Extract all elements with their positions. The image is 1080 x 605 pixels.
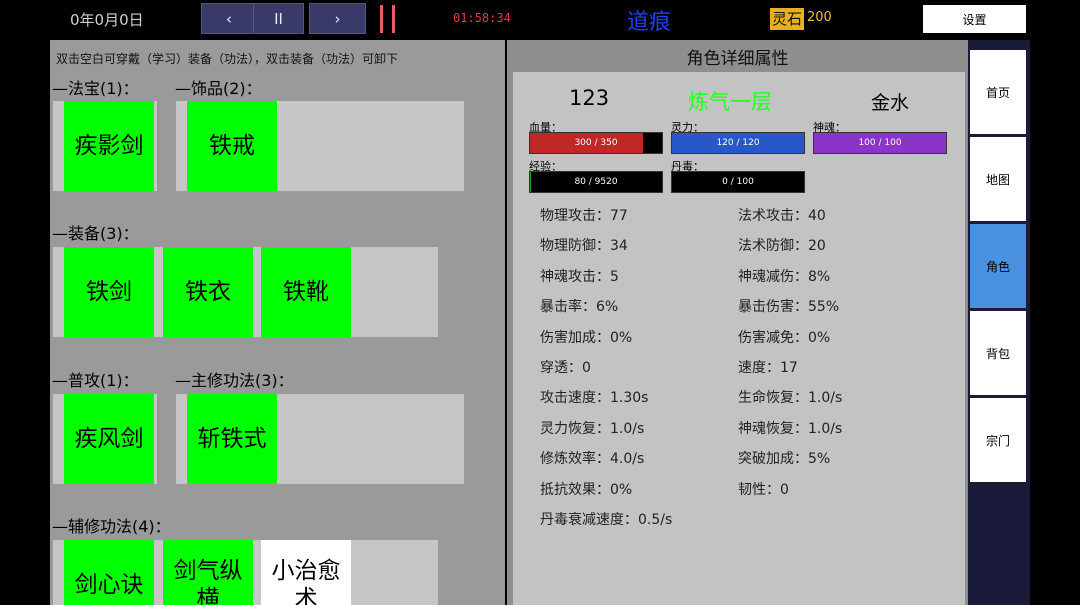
stat-item: 暴击伤害：55% (738, 299, 840, 315)
poison-bar: 0 / 100 (671, 171, 805, 193)
pause-button[interactable]: II (253, 3, 304, 34)
equipment-hint: 双击空白可穿戴（学习）装备（功法），双击装备（功法）可卸下 (56, 52, 399, 66)
fabao-section-label: —法宝(1)： (52, 79, 139, 98)
stat-item: 穿透：0 (540, 360, 591, 376)
hp-value: 300 / 350 (574, 138, 618, 148)
stat-item: 丹毒衰减速度：0.5/s (540, 512, 673, 528)
stat-item: 速度：17 (738, 360, 798, 376)
mp-value: 120 / 120 (716, 138, 760, 148)
chevron-left-icon: ‹ (226, 9, 232, 28)
stat-item: 攻击速度：1.30s (540, 390, 649, 406)
character-element: 金水 (871, 92, 910, 114)
attributes-panel: 角色详细属性 123 炼气一层 金水 血量： 300 / 350 灵力： 120… (507, 40, 968, 605)
game-clock: 01:58:34 (453, 11, 511, 25)
spirit-stone-label: 灵石 (770, 8, 805, 30)
stat-item: 法术攻击：40 (738, 208, 826, 224)
pugong-item[interactable]: 疾风剑 (64, 394, 154, 484)
exp-value: 80 / 9520 (574, 177, 618, 187)
stat-item: 法术防御：20 (738, 238, 826, 254)
zhuangbei-item[interactable]: 铁衣 (163, 247, 253, 337)
exp-bar: 80 / 9520 (529, 171, 663, 193)
stat-item: 韧性：0 (738, 482, 789, 498)
next-button[interactable]: › (309, 3, 366, 34)
soul-value: 100 / 100 (858, 138, 902, 148)
stat-item: 物理攻击：77 (540, 208, 628, 224)
app-title: 道痕 (627, 10, 672, 35)
stat-item: 伤害减免：0% (738, 330, 831, 346)
stat-item: 神魂攻击：5 (540, 269, 619, 285)
pugong-section-label: —普攻(1)： (52, 371, 139, 390)
stat-item: 生命恢复：1.0/s (738, 390, 843, 406)
stat-item: 突破加成：5% (738, 451, 831, 467)
stat-item: 暴击率：6% (540, 299, 619, 315)
fuxiu-item[interactable]: 剑心诀 (64, 540, 154, 605)
nav-home[interactable]: 首页 (970, 50, 1026, 134)
game-date: 0年0月0日 (70, 11, 144, 29)
divider-bar (380, 5, 383, 33)
fuxiu-item[interactable]: 小治愈术 (261, 540, 351, 605)
stat-item: 物理防御：34 (540, 238, 628, 254)
zhuxiu-section-label: —主修功法(3)： (175, 371, 294, 390)
fabao-item[interactable]: 疾影剑 (64, 101, 154, 191)
character-name: 123 (569, 86, 610, 110)
stat-item: 伤害加成：0% (540, 330, 633, 346)
stat-item: 灵力恢复：1.0/s (540, 421, 645, 437)
zhuangbei-item[interactable]: 铁靴 (261, 247, 351, 337)
stat-item: 修炼效率：4.0/s (540, 451, 645, 467)
mp-bar: 120 / 120 (671, 132, 805, 154)
soul-bar: 100 / 100 (813, 132, 947, 154)
poison-value: 0 / 100 (722, 177, 754, 187)
fuxiu-item[interactable]: 剑气纵横 (163, 540, 253, 605)
stat-item: 神魂减伤：8% (738, 269, 831, 285)
zhuxiu-item[interactable]: 斩铁式 (187, 394, 277, 484)
character-realm: 炼气一层 (688, 90, 772, 114)
nav-map[interactable]: 地图 (970, 137, 1026, 221)
attributes-title: 角色详细属性 (686, 49, 789, 69)
chevron-right-icon: › (334, 9, 341, 28)
pause-icon: II (274, 9, 283, 28)
divider-bar (392, 5, 395, 33)
attributes-content: 123 炼气一层 金水 血量： 300 / 350 灵力： 120 / 120 … (513, 72, 965, 605)
hp-bar: 300 / 350 (529, 132, 663, 154)
nav-character[interactable]: 角色 (970, 224, 1026, 308)
main-nav: 首页 地图 角色 背包 宗门 (968, 40, 1030, 605)
nav-sect[interactable]: 宗门 (970, 398, 1026, 482)
shipin-item[interactable]: 铁戒 (187, 101, 277, 191)
fuxiu-section-label: —辅修功法(4)： (52, 517, 171, 536)
shipin-section-label: —饰品(2)： (175, 79, 262, 98)
stat-item: 抵抗效果：0% (540, 482, 633, 498)
top-bar: 0年0月0日 ‹ II › 01:58:34 道痕 灵石 200 设置 (0, 0, 1080, 38)
zhuangbei-item[interactable]: 铁剑 (64, 247, 154, 337)
stat-item: 神魂恢复：1.0/s (738, 421, 843, 437)
nav-backpack[interactable]: 背包 (970, 311, 1026, 395)
zhuangbei-section-label: —装备(3)： (52, 224, 139, 243)
equipment-panel: 双击空白可穿戴（学习）装备（功法），双击装备（功法）可卸下 —法宝(1)： —饰… (50, 40, 505, 605)
prev-button[interactable]: ‹ (201, 3, 257, 34)
spirit-stone-count: 200 (807, 10, 832, 25)
settings-button[interactable]: 设置 (923, 5, 1026, 33)
